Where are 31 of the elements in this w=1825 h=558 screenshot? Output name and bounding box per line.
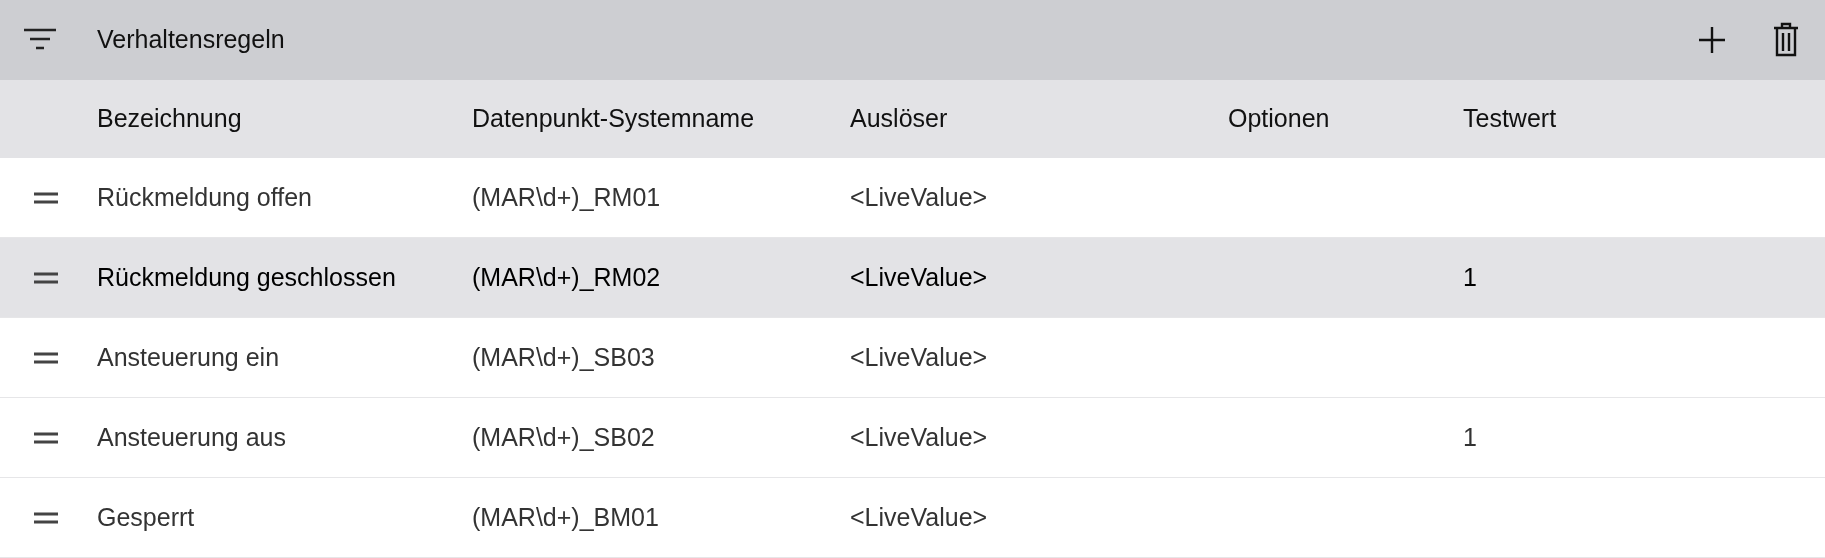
table-cell: <LiveValue> bbox=[850, 342, 988, 371]
drag-handle-icon[interactable] bbox=[33, 511, 58, 524]
table-row[interactable]: Rückmeldung geschlossen (MAR\d+)_RM02 <LiveValue> 1 bbox=[0, 238, 1825, 318]
table-cell: Ansteuerung ein bbox=[97, 342, 280, 371]
table-cell: <LiveValue> bbox=[850, 422, 988, 451]
drag-handle-icon[interactable] bbox=[33, 431, 58, 444]
column-header[interactable]: Optionen bbox=[1228, 104, 1330, 133]
add-icon[interactable] bbox=[1697, 25, 1727, 55]
drag-handle-icon[interactable] bbox=[33, 271, 58, 284]
drag-handle-icon[interactable] bbox=[33, 351, 58, 364]
table-cell: (MAR\d+)_BM01 bbox=[472, 502, 659, 531]
table-cell: Ansteuerung aus bbox=[97, 422, 287, 451]
table-cell: <LiveValue> bbox=[850, 262, 988, 291]
column-header[interactable]: Bezeichnung bbox=[97, 104, 242, 133]
table-cell: Gesperrt bbox=[97, 502, 195, 531]
toolbar-title: Verhaltensregeln bbox=[97, 24, 285, 56]
delete-icon[interactable] bbox=[1771, 22, 1801, 58]
table-cell: Rückmeldung offen bbox=[97, 182, 312, 211]
column-header[interactable]: Testwert bbox=[1463, 104, 1557, 133]
table-cell: (MAR\d+)_RM01 bbox=[472, 182, 661, 211]
column-header[interactable]: Auslöser bbox=[850, 104, 948, 133]
table-cell: <LiveValue> bbox=[850, 502, 988, 531]
column-header[interactable]: Datenpunkt-Systemname bbox=[472, 104, 755, 133]
table-cell: (MAR\d+)_RM02 bbox=[472, 262, 661, 291]
drag-handle-icon[interactable] bbox=[33, 191, 58, 204]
table-cell: (MAR\d+)_SB03 bbox=[472, 342, 655, 371]
table-cell: 1 bbox=[1463, 422, 1477, 451]
table-cell: 1 bbox=[1463, 262, 1477, 291]
table-cell: Rückmeldung geschlossen bbox=[97, 262, 396, 291]
table-cell: <LiveValue> bbox=[850, 182, 988, 211]
table-cell: (MAR\d+)_SB02 bbox=[472, 422, 655, 451]
